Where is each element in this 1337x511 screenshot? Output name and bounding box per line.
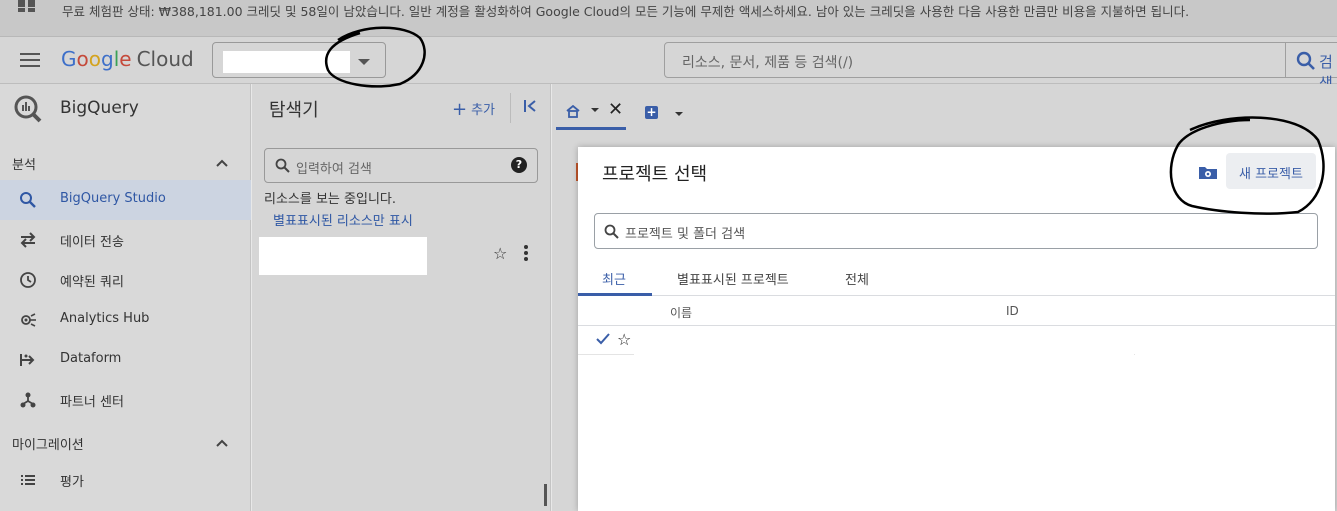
global-search-input[interactable]: 리소스, 문서, 제품 등 검색(/) [664,42,1286,78]
explorer-status: 리소스를 보는 중입니다. [264,192,396,207]
tab-all[interactable]: 전체 [845,269,869,288]
explorer-panel: 탐색기 + 추가 입력하여 검색 ? 리소스를 보는 중입니다. 별표표시된 리소… [252,84,551,511]
help-icon[interactable]: ? [511,157,527,173]
search-icon [20,192,36,208]
home-icon [566,105,580,118]
folder-settings-icon[interactable] [1198,164,1218,180]
trial-message: 무료 체험판 상태: ₩388,181.00 크레딧 및 58일이 남았습니다.… [62,4,1190,19]
explorer-title: 탐색기 [269,100,319,121]
nav-item-scheduled-queries[interactable]: 예약된 쿼리 [0,260,251,300]
project-selector[interactable] [212,42,386,78]
nav-item-analytics-hub[interactable]: Analytics Hub [0,300,251,340]
starred-only-link[interactable]: 별표표시된 리소스만 표시 [273,210,413,229]
tab-recent[interactable]: 최근 [602,269,626,288]
nav-item-assessment[interactable]: 평가 [0,460,251,500]
check-icon [596,333,610,345]
bigquery-icon [14,95,42,123]
project-select-dialog: 프로젝트 선택 새 프로젝트 프로젝트 및 폴더 검색 최근 별표표시된 프로젝… [578,147,1335,511]
left-nav: BigQuery 분석 BigQuery Studio 데이터 전송 예약된 쿼… [0,84,251,511]
chevron-down-icon [358,59,370,65]
chevron-down-icon[interactable] [591,108,599,112]
new-project-button[interactable]: 새 프로젝트 [1226,153,1316,189]
scrollbar[interactable] [544,484,547,506]
more-vert-icon[interactable] [524,245,528,263]
analytics-hub-icon [21,313,36,327]
nav-item-bigquery-studio[interactable]: BigQuery Studio [0,180,251,220]
explorer-search-input[interactable]: 입력하여 검색 ? [264,148,538,183]
project-row-redacted [634,327,1134,355]
dialog-title: 프로젝트 선택 [602,164,708,185]
collapse-panel-icon[interactable] [523,98,539,114]
nav-item-data-transfer[interactable]: 데이터 전송 [0,220,251,260]
add-button[interactable]: + 추가 [452,98,495,120]
trial-banner: 무료 체험판 상태: ₩388,181.00 크레딧 및 58일이 남았습니다.… [0,0,1337,37]
table-header: 이름 ID [578,297,1335,326]
plus-icon: + [452,99,468,120]
divider [510,93,511,123]
menu-icon[interactable] [20,53,40,67]
project-name-redacted [223,51,350,73]
close-icon[interactable]: ✕ [608,99,623,120]
section-migration[interactable]: 마이그레이션 [12,434,84,453]
table-row[interactable]: ☆ [578,327,1135,355]
partner-center-icon [20,392,36,408]
column-id[interactable]: ID [1006,304,1019,318]
list-icon [21,475,35,485]
column-name[interactable]: 이름 [670,304,692,321]
product-title: BigQuery [60,98,139,118]
top-header: Google Cloud 리소스, 문서, 제품 등 검색(/) 검색 [0,37,1337,92]
google-cloud-logo[interactable]: Google Cloud [61,47,194,71]
project-entry-redacted[interactable] [259,237,427,275]
chevron-up-icon[interactable] [216,157,228,169]
section-analysis[interactable]: 분석 [12,154,36,173]
search-icon [1296,51,1315,70]
star-icon[interactable]: ☆ [617,330,631,349]
search-icon [275,158,290,173]
search-button[interactable]: 검색 [1285,42,1337,92]
chevron-up-icon[interactable] [216,437,228,449]
apps-grid-icon[interactable] [18,0,36,18]
tab-starred-projects[interactable]: 별표표시된 프로젝트 [677,269,789,288]
project-search-input[interactable]: 프로젝트 및 폴더 검색 [594,213,1318,249]
clock-icon [20,272,36,288]
new-tab-icon[interactable]: + [645,106,658,119]
search-icon [604,224,619,239]
nav-item-dataform[interactable]: Dataform [0,340,251,380]
star-icon[interactable]: ☆ [493,244,507,263]
dataform-icon [20,354,35,366]
chevron-down-icon[interactable] [675,112,683,116]
tab-home[interactable]: ✕ [556,94,626,130]
dialog-tabs: 최근 별표표시된 프로젝트 전체 [578,256,1335,296]
transfer-arrows-icon [20,232,36,248]
active-tab-indicator [578,293,652,296]
nav-item-partner-center[interactable]: 파트너 센터 [0,380,251,420]
